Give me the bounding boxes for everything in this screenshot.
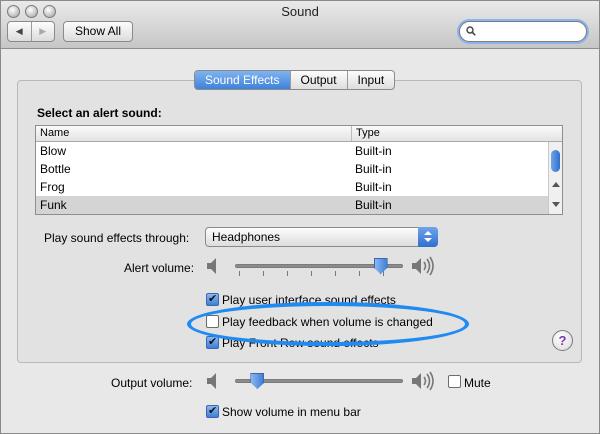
slider-tick	[335, 271, 336, 276]
speaker-high-icon	[412, 371, 434, 391]
mute-checkbox[interactable]	[448, 375, 461, 388]
table-row[interactable]: Frog Built-in	[36, 178, 562, 196]
nav-group: ◀ ▶	[7, 21, 55, 42]
tab-bar: Sound Effects Output Input	[194, 70, 396, 90]
row-type: Built-in	[355, 180, 392, 194]
menu-bar-label: Show volume in menu bar	[222, 405, 361, 419]
scroll-up-arrow[interactable]	[552, 182, 560, 187]
front-row-label: Play Front Row sound effects	[222, 336, 379, 350]
slider-tick	[311, 271, 312, 276]
row-type: Built-in	[355, 198, 392, 212]
slider-tick	[263, 271, 264, 276]
sound-preferences-window: Sound ◀ ▶ Show All Sound Effects Output …	[0, 0, 600, 434]
alert-volume-label: Alert volume:	[124, 261, 195, 275]
output-device-value: Headphones	[212, 230, 281, 244]
row-name: Funk	[40, 198, 67, 212]
table-row[interactable]: Blow Built-in	[36, 142, 562, 160]
column-header-type[interactable]: Type	[352, 126, 380, 141]
slider-tick	[383, 271, 384, 276]
tab-input[interactable]: Input	[346, 71, 395, 89]
output-volume-label: Output volume:	[111, 376, 193, 390]
slider-tick	[359, 271, 360, 276]
scroll-thumb[interactable]	[551, 150, 560, 172]
tab-output[interactable]: Output	[289, 71, 347, 89]
front-row-checkbox[interactable]	[206, 335, 219, 349]
output-volume-thumb[interactable]	[250, 373, 265, 389]
table-row-selected[interactable]: Funk Built-in	[36, 196, 562, 214]
table-header: Name Type	[36, 126, 562, 142]
speaker-high-icon	[412, 256, 434, 276]
help-button[interactable]: ?	[552, 330, 573, 351]
alert-sound-table: Name Type Blow Built-in Bottle Built-in …	[35, 125, 563, 215]
feedback-checkbox[interactable]	[206, 315, 219, 328]
row-type: Built-in	[355, 144, 392, 158]
row-name: Bottle	[40, 162, 71, 176]
forward-button[interactable]: ▶	[30, 22, 55, 41]
ui-effects-checkbox[interactable]	[206, 292, 219, 306]
column-header-name[interactable]: Name	[36, 126, 352, 141]
speaker-low-icon	[207, 258, 216, 274]
menu-bar-checkbox[interactable]	[206, 404, 219, 418]
speaker-low-icon	[207, 373, 216, 389]
select-arrows-icon	[418, 227, 438, 247]
mute-label: Mute	[464, 376, 491, 390]
show-all-button[interactable]: Show All	[63, 21, 133, 42]
scroll-down-arrow[interactable]	[552, 202, 560, 207]
slider-tick	[239, 271, 240, 276]
back-button[interactable]: ◀	[8, 22, 31, 41]
tab-sound-effects[interactable]: Sound Effects	[195, 71, 290, 89]
row-name: Frog	[40, 180, 65, 194]
table-scrollbar[interactable]	[548, 142, 562, 214]
window-title: Sound	[281, 4, 319, 19]
ui-effects-label: Play user interface sound effects	[222, 293, 396, 307]
play-through-label: Play sound effects through:	[44, 231, 190, 245]
row-name: Blow	[40, 144, 67, 158]
table-row[interactable]: Bottle Built-in	[36, 160, 562, 178]
feedback-label: Play feedback when volume is changed	[222, 315, 433, 329]
slider-tick	[287, 271, 288, 276]
search-input[interactable]	[459, 21, 587, 42]
output-device-select[interactable]: Headphones	[205, 227, 438, 247]
row-type: Built-in	[355, 162, 392, 176]
alert-sound-heading: Select an alert sound:	[37, 106, 162, 120]
